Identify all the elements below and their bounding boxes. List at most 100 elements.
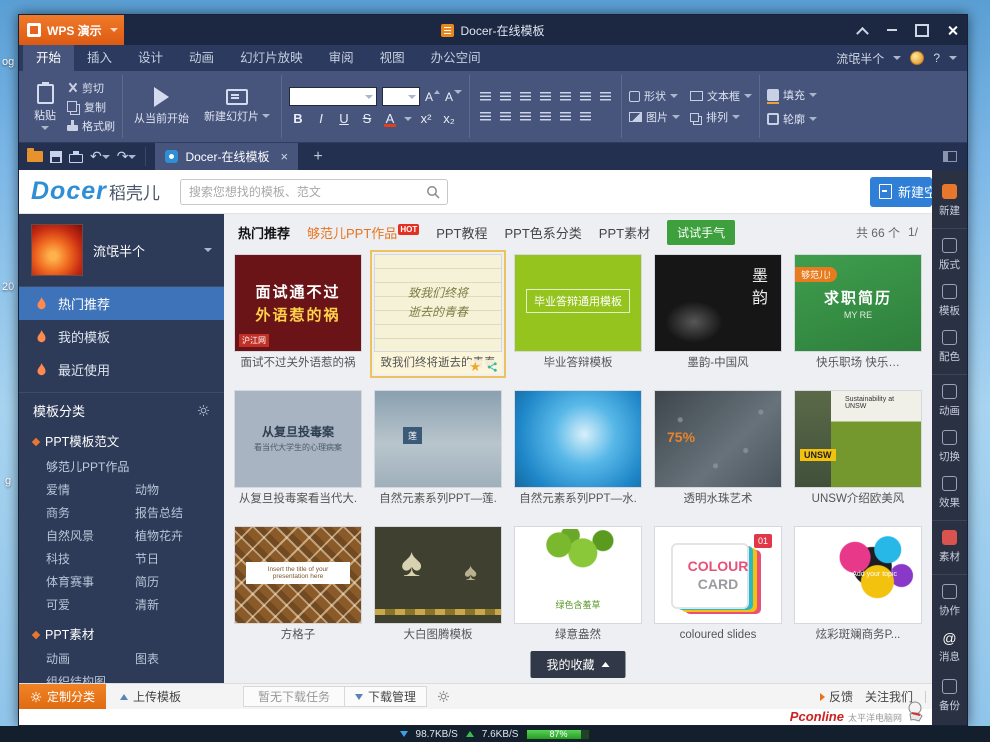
arrange-button[interactable]: 排列 xyxy=(690,109,752,125)
maximize-button[interactable] xyxy=(907,15,937,45)
minimize-button[interactable] xyxy=(877,15,907,45)
avatar[interactable] xyxy=(31,224,83,276)
template-thumbnail[interactable]: Add your topic xyxy=(794,526,922,624)
align-left-icon[interactable] xyxy=(477,109,494,124)
template-thumbnail[interactable]: Insert the title of your presentation he… xyxy=(234,526,362,624)
fill-button[interactable]: 填充 xyxy=(767,87,817,103)
rail-item[interactable]: 配色 xyxy=(932,324,967,375)
strikethrough-button[interactable]: S xyxy=(358,111,376,126)
template-card[interactable]: Sustainability at UNSW UNSW UNSW介绍欧美风 ★ xyxy=(794,390,922,510)
menu-tab[interactable]: 审阅 xyxy=(316,45,367,71)
category-item[interactable]: 植物花卉 xyxy=(135,525,224,548)
upload-template-button[interactable]: 上传模板 xyxy=(106,688,195,705)
justify-icon[interactable] xyxy=(537,109,554,124)
template-thumbnail[interactable]: 面试通不过 外语惹的祸 沪江网 xyxy=(234,254,362,352)
template-thumbnail[interactable]: 墨韵 xyxy=(654,254,782,352)
chevron-down-icon[interactable] xyxy=(204,248,212,252)
cut-button[interactable]: 剪切 xyxy=(67,80,115,96)
close-button[interactable] xyxy=(937,15,967,45)
page-indicator[interactable]: 1/ xyxy=(908,225,918,239)
indent-increase-icon[interactable] xyxy=(537,89,554,104)
search-icon[interactable] xyxy=(426,185,440,199)
rail-item[interactable]: 素材 xyxy=(932,524,967,575)
category-item[interactable]: 自然风景 xyxy=(46,525,135,548)
sidebar-nav-item[interactable]: 我的模板 xyxy=(19,320,224,353)
line-spacing-icon[interactable] xyxy=(557,89,574,104)
template-thumbnail[interactable]: 莲 xyxy=(374,390,502,488)
group-title[interactable]: PPT模板范文 xyxy=(33,429,224,455)
category-item[interactable]: 简历 xyxy=(135,571,224,594)
new-slide-button[interactable]: 新建幻灯片 xyxy=(200,87,274,126)
superscript-button[interactable]: x² xyxy=(417,111,435,126)
gallery-tab[interactable]: 热门推荐 xyxy=(238,223,290,242)
align-center-icon[interactable] xyxy=(497,109,514,124)
gallery-tab[interactable]: 够范儿PPT作品HOT xyxy=(307,223,419,242)
category-item[interactable]: 科技 xyxy=(46,548,135,571)
template-card[interactable]: COLOUR CARD 01 coloured slides ★ xyxy=(654,526,782,646)
template-thumbnail[interactable]: 求职简历 MY RE 够范儿! xyxy=(794,254,922,352)
template-card[interactable]: 墨韵 墨韵-中国风 ★ xyxy=(654,254,782,374)
columns-icon[interactable] xyxy=(597,89,614,104)
undo-button[interactable]: ↶ xyxy=(90,143,110,170)
template-card[interactable]: 求职简历 MY RE 够范儿! 快乐职场 快乐… ★ xyxy=(794,254,922,374)
play-from-current-button[interactable]: 从当前开始 xyxy=(130,85,193,128)
menu-tab[interactable]: 办公空间 xyxy=(418,45,494,71)
textbox-button[interactable]: 文本框 xyxy=(690,88,752,104)
distribute-icon[interactable] xyxy=(557,109,574,124)
rail-item[interactable]: @ 消息 xyxy=(932,624,967,670)
template-card[interactable]: Add your topic 炫彩斑斓商务P... ★ xyxy=(794,526,922,646)
template-thumbnail[interactable]: 从复旦投毒案 看当代大学生的心理病案 xyxy=(234,390,362,488)
rail-item[interactable]: 切换 xyxy=(932,424,967,470)
rail-item-backup[interactable]: 备份 xyxy=(932,673,967,719)
increase-font-button[interactable]: A xyxy=(425,90,440,104)
template-card[interactable]: ♠ ♠ 大白图腾模板 ★ xyxy=(374,526,502,646)
template-card[interactable]: 绿色含羞草 绿意盎然 ★ xyxy=(514,526,642,646)
bold-button[interactable]: B xyxy=(289,111,307,126)
open-file-button[interactable] xyxy=(27,143,43,170)
category-item[interactable]: 可爱 xyxy=(46,594,135,617)
rail-item[interactable]: 效果 xyxy=(932,470,967,521)
template-card[interactable]: 从复旦投毒案 看当代大学生的心理病案 从复旦投毒案看当代大. ★ xyxy=(234,390,362,510)
gallery-tab[interactable]: PPT教程 xyxy=(436,223,487,242)
category-item[interactable]: 动画 xyxy=(46,648,135,671)
favorite-star-icon[interactable]: ★ xyxy=(469,360,481,373)
close-tab-icon[interactable]: × xyxy=(280,149,288,164)
rail-item[interactable]: 动画 xyxy=(932,378,967,424)
template-thumbnail[interactable]: 毕业答辩通用模板 xyxy=(514,254,642,352)
new-tab-button[interactable]: + xyxy=(305,143,331,170)
category-item[interactable]: 报告总结 xyxy=(135,502,224,525)
template-card[interactable]: Insert the title of your presentation he… xyxy=(234,526,362,646)
category-item[interactable]: 图表 xyxy=(135,648,224,671)
lucky-button[interactable]: 试试手气 xyxy=(667,220,735,245)
italic-button[interactable]: I xyxy=(312,111,330,126)
template-thumbnail[interactable]: 绿色含羞草 xyxy=(514,526,642,624)
template-thumbnail[interactable]: 75% xyxy=(654,390,782,488)
download-manager-button[interactable]: 下载管理 xyxy=(344,687,426,706)
template-card[interactable]: 自然元素系列PPT—水. ★ xyxy=(514,390,642,510)
subscript-button[interactable]: x₂ xyxy=(440,111,458,126)
gallery-tab[interactable]: PPT色系分类 xyxy=(505,223,582,242)
rail-item[interactable]: 新建 xyxy=(932,178,967,229)
document-tab-docer[interactable]: Docer-在线模板 × xyxy=(155,143,298,170)
category-item[interactable]: 组织结构图 xyxy=(46,671,135,683)
format-painter-button[interactable]: 格式刷 xyxy=(67,118,115,134)
font-name-select[interactable] xyxy=(289,87,377,106)
rail-item[interactable]: 版式 xyxy=(932,232,967,278)
menu-tab[interactable]: 动画 xyxy=(176,45,227,71)
copy-button[interactable]: 复制 xyxy=(67,99,115,115)
feedback-button[interactable]: 反馈 xyxy=(820,688,853,705)
category-item[interactable]: 节日 xyxy=(135,548,224,571)
template-thumbnail[interactable]: ♠ ♠ xyxy=(374,526,502,624)
bullets-icon[interactable] xyxy=(497,89,514,104)
template-thumbnail[interactable]: COLOUR CARD 01 xyxy=(654,526,782,624)
collapse-ribbon-button[interactable] xyxy=(847,15,877,45)
settings-gear-button[interactable] xyxy=(437,690,450,703)
template-card[interactable]: 75% 透明水珠艺术 ★ xyxy=(654,390,782,510)
category-item[interactable]: 动物 xyxy=(135,479,224,502)
align-right-icon[interactable] xyxy=(517,109,534,124)
user-dropdown[interactable]: 流氓半个 xyxy=(836,50,884,67)
template-thumbnail[interactable]: 致我们终将 逝去的青春 xyxy=(374,254,502,352)
template-search-box[interactable] xyxy=(180,179,448,205)
save-button[interactable] xyxy=(50,143,62,170)
menu-tab[interactable]: 幻灯片放映 xyxy=(227,45,316,71)
